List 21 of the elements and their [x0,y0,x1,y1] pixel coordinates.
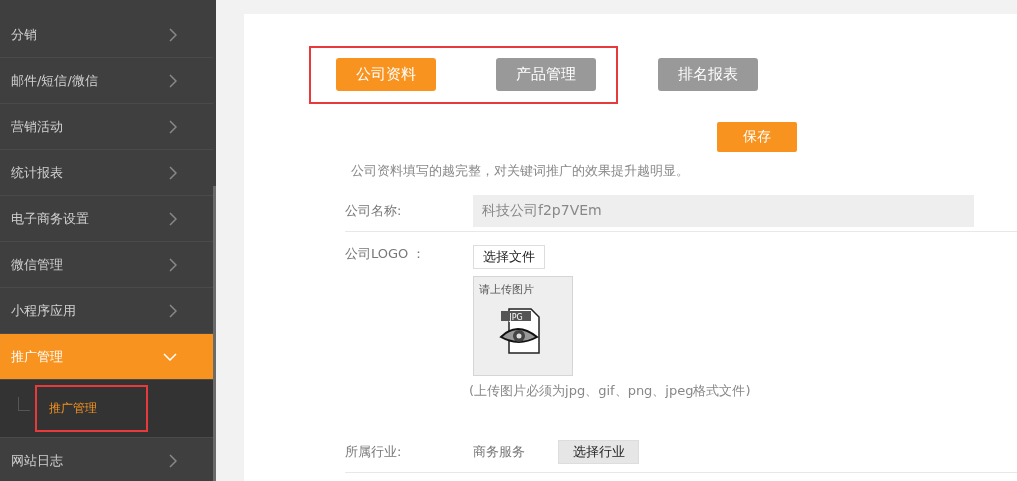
chevron-right-icon [169,257,177,272]
field-label: 公司LOGO ： [345,245,427,263]
chevron-right-icon [169,211,177,226]
upload-placeholder: 请上传图片 [479,282,535,297]
choose-industry-button[interactable]: 选择行业 [558,440,639,464]
chevron-right-icon [169,303,177,318]
scrollbar[interactable] [213,186,216,481]
submenu-item[interactable]: 推广管理 [35,385,148,432]
chevron-down-icon [163,352,177,361]
chevron-right-icon [169,73,177,88]
choose-file-button[interactable]: 选择文件 [473,245,545,269]
upload-note: (上传图片必须为jpg、gif、png、jpeg格式文件) [469,382,752,400]
field-label: 所属行业: [345,443,403,461]
industry-value: 商务服务 [473,443,526,461]
field-label: 公司名称: [345,202,403,220]
upload-box[interactable]: 请上传图片 JPG [473,276,573,376]
chevron-right-icon [169,27,177,42]
chevron-right-icon [169,453,177,468]
hint-text: 公司资料填写的越完整，对关键词推广的效果提升越明显。 [351,162,690,180]
chevron-right-icon [169,165,177,180]
chevron-right-icon [169,119,177,134]
